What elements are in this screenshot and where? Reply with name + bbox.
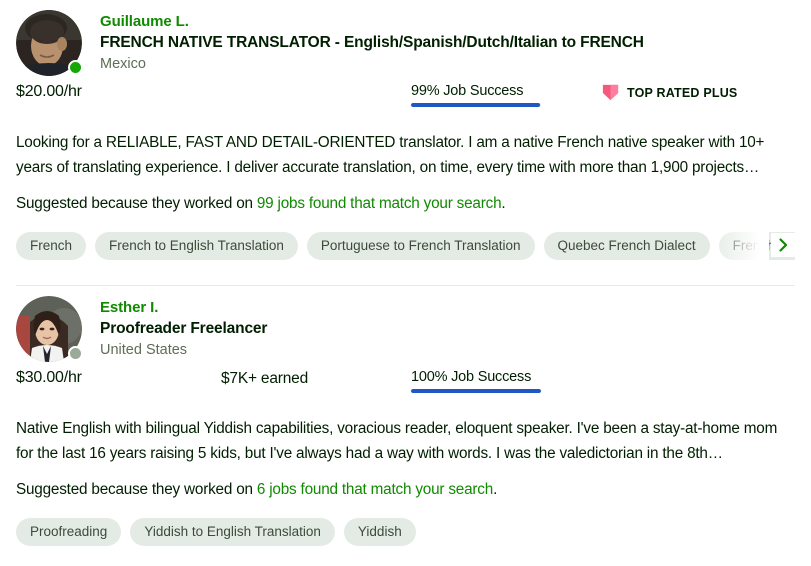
suggested-jobs-link[interactable]: 99 jobs found that match your search (257, 195, 502, 212)
freelancer-location: United States (100, 342, 188, 358)
skill-tag[interactable]: Portuguese to French Translation (306, 232, 535, 260)
freelancer-meta: Esther I. Proofreader Freelancer United … (100, 296, 795, 360)
freelancer-header: Esther I. Proofreader Freelancer United … (16, 286, 795, 362)
freelancer-card: Esther I. Proofreader Freelancer United … (0, 286, 811, 561)
skill-tag[interactable]: Quebec French Dialect (543, 232, 710, 260)
badge-label: TOP RATED PLUS (627, 85, 738, 100)
suggested-prefix: Suggested because they worked on (16, 481, 257, 498)
freelancer-title: Proofreader Freelancer (100, 320, 268, 337)
skill-tag[interactable]: Yiddish (343, 518, 416, 546)
shield-icon (602, 84, 619, 101)
freelancer-card: Guillaume L. FRENCH NATIVE TRANSLATOR - … (0, 0, 811, 285)
skill-tag[interactable]: Yiddish to English Translation (130, 518, 335, 546)
hourly-rate: $20.00/hr (16, 83, 82, 100)
freelancer-stats: $20.00/hr 99% Job Success TOP RATED PLUS (16, 82, 795, 116)
job-success-fill (411, 389, 541, 393)
status-dot-offline (68, 346, 83, 361)
skill-tag[interactable]: French to English Translation (95, 232, 298, 260)
freelancer-location: Mexico (100, 56, 146, 72)
job-success-label: 100% Job Success (411, 369, 532, 385)
job-success-label: 99% Job Success (411, 83, 524, 99)
suggested-prefix: Suggested because they worked on (16, 195, 257, 212)
freelancer-title: FRENCH NATIVE TRANSLATOR - English/Spani… (100, 34, 644, 51)
top-rated-plus-badge: TOP RATED PLUS (601, 82, 737, 102)
freelancer-name-link[interactable]: Esther I. (100, 298, 158, 317)
hourly-rate: $30.00/hr (16, 369, 82, 386)
skill-tags-list: Proofreading Yiddish to English Translati… (16, 517, 795, 547)
skill-tag[interactable]: Proofreading (16, 518, 122, 546)
avatar[interactable] (16, 10, 83, 76)
freelancer-header: Guillaume L. FRENCH NATIVE TRANSLATOR - … (16, 0, 795, 76)
suggested-jobs-link[interactable]: 6 jobs found that match your search (257, 481, 493, 498)
freelancer-description: Looking for a RELIABLE, FAST AND DETAIL-… (16, 134, 765, 176)
job-success-fill (411, 103, 540, 107)
status-dot-online (68, 60, 83, 75)
suggested-reason: Suggested because they worked on 99 jobs… (16, 193, 795, 215)
tags-next-button[interactable] (771, 233, 795, 257)
job-success-track (411, 103, 541, 107)
freelancer-meta: Guillaume L. FRENCH NATIVE TRANSLATOR - … (100, 10, 795, 74)
chevron-right-icon (779, 238, 788, 252)
avatar[interactable] (16, 296, 83, 362)
total-earned: $7K+ earned (221, 370, 309, 387)
suggested-suffix: . (493, 481, 498, 498)
freelancer-description: Native English with bilingual Yiddish ca… (16, 420, 778, 462)
skill-tags-list: French French to English Translation Portu… (16, 231, 795, 261)
freelancer-stats: $30.00/hr $7K+ earned 100% Job Success (16, 368, 795, 402)
freelancer-name-link[interactable]: Guillaume L. (100, 12, 189, 31)
job-success-score: 99% Job Success (411, 82, 601, 107)
job-success-track (411, 389, 541, 393)
suggested-suffix: . (501, 195, 506, 212)
freelancer-search-results: Guillaume L. FRENCH NATIVE TRANSLATOR - … (0, 0, 811, 566)
job-success-score: 100% Job Success (411, 368, 601, 393)
skill-tag[interactable]: French (16, 232, 87, 260)
suggested-reason: Suggested because they worked on 6 jobs … (16, 479, 795, 501)
